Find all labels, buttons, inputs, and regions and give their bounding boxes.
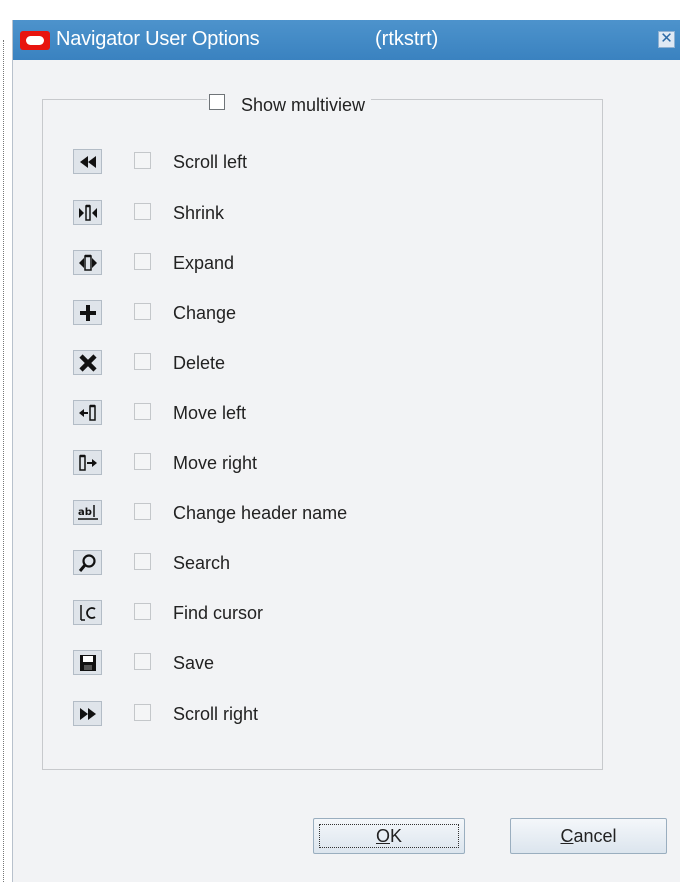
find-cursor-label: Find cursor xyxy=(173,603,264,623)
dialog-title: Navigator User Options xyxy=(56,28,260,50)
option-row-change-header-name: ab Change header name xyxy=(13,500,513,530)
scroll-left-label: Scroll left xyxy=(173,152,248,172)
dialog-user: (rtkstrt) xyxy=(375,28,439,50)
save-checkbox[interactable] xyxy=(134,653,151,670)
option-row-save: Save xyxy=(13,650,513,680)
option-row-find-cursor: Find cursor xyxy=(13,600,513,630)
screen: Navigator User Options (rtkstrt) ✕ Show … xyxy=(0,0,680,882)
shrink-checkbox[interactable] xyxy=(134,203,151,220)
ok-button[interactable]: OK xyxy=(313,818,465,854)
option-row-change: Change xyxy=(13,300,513,330)
move-left-checkbox[interactable] xyxy=(134,403,151,420)
move-left-icon xyxy=(73,400,102,425)
move-right-label: Move right xyxy=(173,453,258,473)
change-icon xyxy=(73,300,102,325)
scroll-right-icon xyxy=(73,701,102,726)
change-checkbox[interactable] xyxy=(134,303,151,320)
show-multiview-legend: Show multiview xyxy=(207,92,372,118)
shrink-label: Shrink xyxy=(173,203,225,223)
option-row-scroll-right: Scroll right xyxy=(13,701,513,731)
navigator-user-options-dialog: Navigator User Options (rtkstrt) ✕ Show … xyxy=(12,20,680,882)
delete-icon xyxy=(73,350,102,375)
change-header-name-label: Change header name xyxy=(173,503,348,523)
move-right-checkbox[interactable] xyxy=(134,453,151,470)
change-header-name-checkbox[interactable] xyxy=(134,503,151,520)
delete-checkbox[interactable] xyxy=(134,353,151,370)
show-multiview-label: Show multiview xyxy=(241,94,366,115)
option-row-expand: Expand xyxy=(13,250,513,280)
cancel-label: Cancel xyxy=(560,825,617,846)
expand-checkbox[interactable] xyxy=(134,253,151,270)
dialog-titlebar: Navigator User Options (rtkstrt) ✕ xyxy=(13,20,680,60)
option-row-move-right: Move right xyxy=(13,450,513,480)
move-right-icon xyxy=(73,450,102,475)
oracle-logo-icon xyxy=(20,31,50,50)
option-row-shrink: Shrink xyxy=(13,200,513,230)
scroll-right-checkbox[interactable] xyxy=(134,704,151,721)
close-icon[interactable]: ✕ xyxy=(658,31,675,48)
save-label: Save xyxy=(173,653,215,673)
search-icon xyxy=(73,550,102,575)
expand-label: Expand xyxy=(173,253,235,273)
scroll-right-label: Scroll right xyxy=(173,704,259,724)
move-left-label: Move left xyxy=(173,403,247,423)
search-label: Search xyxy=(173,553,231,573)
option-row-move-left: Move left xyxy=(13,400,513,430)
shrink-icon xyxy=(73,200,102,225)
scroll-left-checkbox[interactable] xyxy=(134,152,151,169)
show-multiview-checkbox[interactable] xyxy=(209,94,225,110)
option-row-scroll-left: Scroll left xyxy=(13,149,513,179)
scroll-left-icon xyxy=(73,149,102,174)
delete-label: Delete xyxy=(173,353,226,373)
cancel-button[interactable]: Cancel xyxy=(510,818,667,854)
save-icon xyxy=(73,650,102,675)
change-label: Change xyxy=(173,303,237,323)
find-cursor-checkbox[interactable] xyxy=(134,603,151,620)
expand-icon xyxy=(73,250,102,275)
search-checkbox[interactable] xyxy=(134,553,151,570)
svg-text:ab: ab xyxy=(78,507,92,518)
change-header-name-icon: ab xyxy=(73,500,102,525)
ok-focus-ring xyxy=(319,824,459,848)
option-row-delete: Delete xyxy=(13,350,513,380)
find-cursor-icon xyxy=(73,600,102,625)
option-row-search: Search xyxy=(13,550,513,580)
left-dotted-edge xyxy=(3,40,4,882)
